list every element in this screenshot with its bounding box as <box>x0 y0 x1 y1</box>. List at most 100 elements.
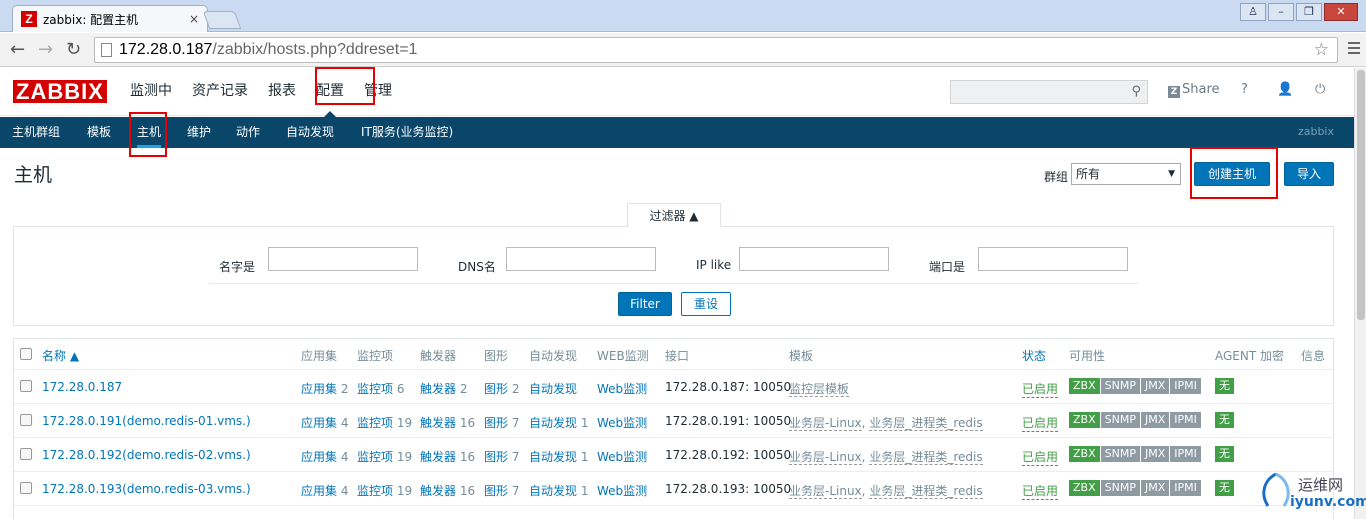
back-icon[interactable]: ← <box>10 39 25 60</box>
status-toggle[interactable]: 已启用 <box>1022 380 1059 398</box>
triggers-link[interactable]: 触发器 <box>420 484 456 498</box>
address-bar[interactable]: 172.28.0.187/zabbix/hosts.php?ddreset=1 … <box>94 37 1338 63</box>
availability-badge: SNMP <box>1100 412 1140 428</box>
row-checkbox[interactable] <box>20 414 32 426</box>
items-link[interactable]: 监控项 <box>357 416 393 430</box>
discovery-link[interactable]: 自动发现 <box>529 484 577 498</box>
discovery-link[interactable]: 自动发现 <box>529 416 577 430</box>
table-row: 172.28.0.191(demo.redis-01.vms.) 应用集 4 监控项… <box>14 403 1333 437</box>
page-icon <box>101 43 112 57</box>
name-filter-input[interactable] <box>268 247 418 271</box>
help-icon[interactable]: ? <box>1241 82 1248 97</box>
share-z-icon: Z <box>1168 86 1180 98</box>
applications-link[interactable]: 应用集 <box>301 450 337 464</box>
host-name-link[interactable]: 172.28.0.193(demo.redis-03.vms.) <box>42 482 251 496</box>
watermark-url: iyunv.com <box>1290 494 1366 510</box>
menu-inventory[interactable]: 资产记录 <box>182 68 258 116</box>
graphs-link[interactable]: 图形 <box>484 450 508 464</box>
graphs-link[interactable]: 图形 <box>484 416 508 430</box>
graphs-link[interactable]: 图形 <box>484 484 508 498</box>
triggers-count: 16 <box>459 416 476 430</box>
new-tab-button[interactable] <box>202 11 242 29</box>
submenu-actions[interactable]: 动作 <box>236 117 260 148</box>
row-checkbox[interactable] <box>20 448 32 460</box>
menu-reports[interactable]: 报表 <box>258 68 306 116</box>
user-profile-icon[interactable]: 👤 <box>1277 82 1293 97</box>
page-scrollbar[interactable] <box>1354 68 1366 519</box>
reload-icon[interactable]: ↻ <box>66 39 81 60</box>
logout-icon[interactable]: ⏻ <box>1315 82 1325 97</box>
restore-icon[interactable]: ❐ <box>1296 3 1322 21</box>
graphs-link[interactable]: 图形 <box>484 382 508 396</box>
user-profile-icon[interactable]: ♙ <box>1240 3 1266 21</box>
interface-value: 172.28.0.187: 10050 <box>665 380 792 394</box>
host-name-link[interactable]: 172.28.0.187 <box>42 380 122 394</box>
triggers-link[interactable]: 触发器 <box>420 382 456 396</box>
web-link[interactable]: Web监测 <box>597 448 647 465</box>
triggers-link[interactable]: 触发器 <box>420 450 456 464</box>
encryption-badge: 无 <box>1215 412 1234 428</box>
template-link[interactable]: 业务层-Linux <box>789 450 862 465</box>
submenu-templates[interactable]: 模板 <box>87 117 111 148</box>
submenu-discovery[interactable]: 自动发现 <box>286 117 334 148</box>
discovery-link[interactable]: 自动发现 <box>529 450 577 464</box>
forward-icon[interactable]: → <box>38 39 53 60</box>
tab-close-icon[interactable]: × <box>189 12 199 26</box>
applications-link[interactable]: 应用集 <box>301 484 337 498</box>
template-link[interactable]: 业务层-Linux <box>789 416 862 431</box>
items-count: 19 <box>396 416 413 430</box>
host-name-link[interactable]: 172.28.0.191(demo.redis-01.vms.) <box>42 414 251 428</box>
dns-filter-input[interactable] <box>506 247 656 271</box>
filter-toggle-tab[interactable]: 过滤器 ▲ <box>627 203 721 227</box>
submenu-maintenance[interactable]: 维护 <box>187 117 211 148</box>
status-toggle[interactable]: 已启用 <box>1022 482 1059 500</box>
menu-monitoring[interactable]: 监测中 <box>120 68 182 116</box>
host-name-link[interactable]: 172.28.0.192(demo.redis-02.vms.) <box>42 448 251 462</box>
template-link[interactable]: 监控层模板 <box>789 382 850 397</box>
url-path: /zabbix/hosts.php?ddreset=1 <box>212 41 418 58</box>
port-filter-input[interactable] <box>978 247 1128 271</box>
row-checkbox[interactable] <box>20 482 32 494</box>
applications-link[interactable]: 应用集 <box>301 416 337 430</box>
triggers-link[interactable]: 触发器 <box>420 416 456 430</box>
submenu-host-groups[interactable]: 主机群组 <box>12 117 60 148</box>
group-select[interactable]: 所有 ▼ <box>1071 163 1181 185</box>
status-toggle[interactable]: 已启用 <box>1022 448 1059 466</box>
browser-tab[interactable]: Z zabbix: 配置主机 × <box>12 5 208 32</box>
col-status[interactable]: 状态 <box>1022 347 1046 364</box>
web-link[interactable]: Web监测 <box>597 380 647 397</box>
status-toggle[interactable]: 已启用 <box>1022 414 1059 432</box>
template-link[interactable]: 业务层_进程类_redis <box>869 416 983 431</box>
encryption-badge: 无 <box>1215 480 1234 496</box>
discovery-link[interactable]: 自动发现 <box>529 382 577 396</box>
items-link[interactable]: 监控项 <box>357 484 393 498</box>
url-host: 172.28.0.187 <box>119 41 213 58</box>
browser-menu-icon[interactable] <box>1348 42 1360 57</box>
share-link[interactable]: Z Share <box>1168 82 1220 98</box>
template-link[interactable]: 业务层_进程类_redis <box>869 484 983 499</box>
availability-badge: JMX <box>1140 480 1170 496</box>
applications-link[interactable]: 应用集 <box>301 382 337 396</box>
filter-reset-button[interactable]: 重设 <box>681 292 731 316</box>
submenu-it-services[interactable]: IT服务(业务监控) <box>361 117 453 148</box>
import-button[interactable]: 导入 <box>1284 162 1334 186</box>
row-checkbox[interactable] <box>20 380 32 392</box>
items-link[interactable]: 监控项 <box>357 382 393 396</box>
web-link[interactable]: Web监测 <box>597 414 647 431</box>
items-link[interactable]: 监控项 <box>357 450 393 464</box>
web-link[interactable]: Web监测 <box>597 482 647 499</box>
template-link[interactable]: 业务层-Linux <box>789 484 862 499</box>
filter-apply-button[interactable]: Filter <box>618 292 672 316</box>
bookmark-star-icon[interactable]: ☆ <box>1314 38 1329 62</box>
col-interface: 接口 <box>665 349 690 363</box>
global-search-input[interactable]: ⚲ <box>950 80 1148 104</box>
col-name[interactable]: 名称 ▲ <box>42 347 79 364</box>
scrollbar-thumb[interactable] <box>1357 70 1365 320</box>
search-icon[interactable]: ⚲ <box>1131 84 1141 99</box>
select-all-checkbox[interactable] <box>20 348 32 360</box>
zabbix-logo[interactable]: ZABBIX <box>13 80 107 103</box>
window-close-icon[interactable]: ✕ <box>1324 3 1358 21</box>
minimize-icon[interactable]: – <box>1268 3 1294 21</box>
template-link[interactable]: 业务层_进程类_redis <box>869 450 983 465</box>
ip-filter-input[interactable] <box>739 247 889 271</box>
